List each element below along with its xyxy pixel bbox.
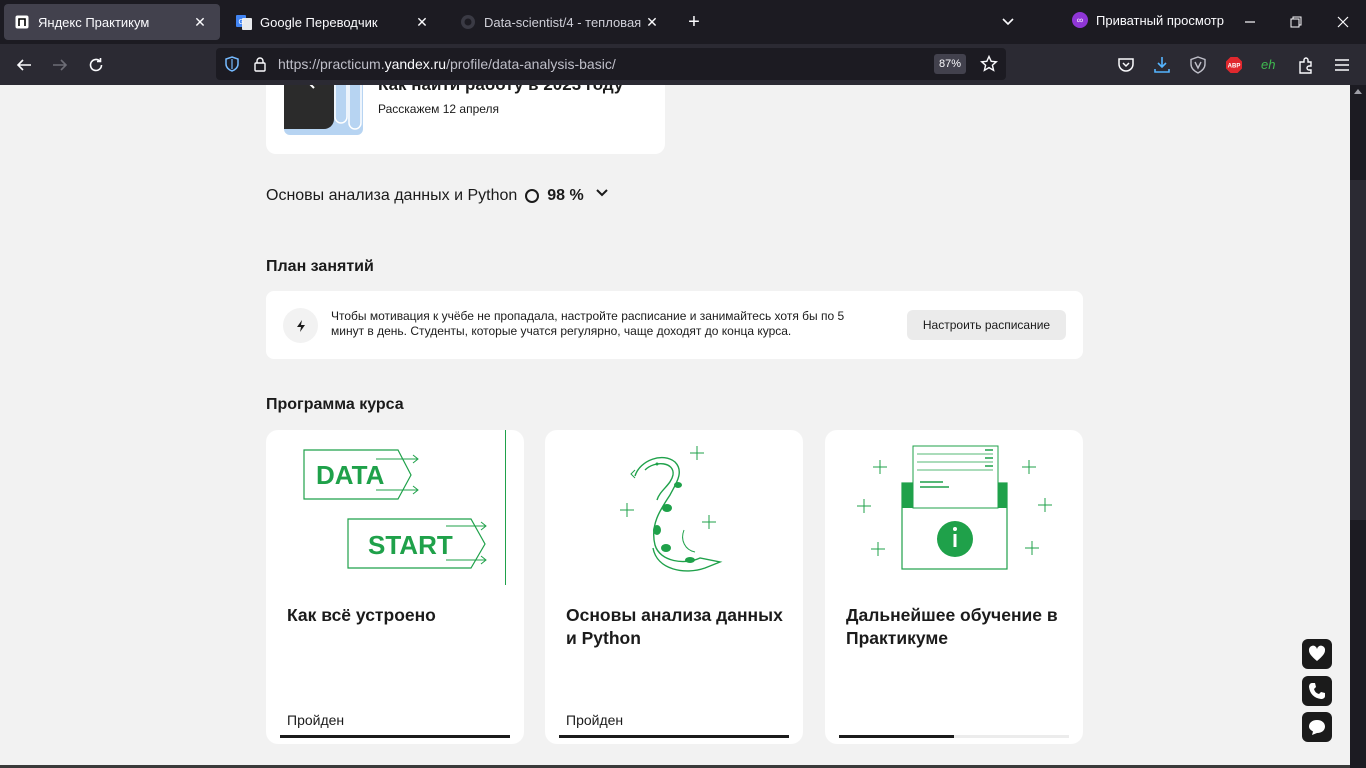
course-card-progress [280,735,510,738]
navigation-toolbar: https://practicum.yandex.ru/profile/data… [0,44,1366,85]
adblock-label: ABP [1228,64,1241,70]
schedule-banner: Чтобы мотивация к учёбе не пропадала, на… [266,291,1083,359]
scrollbar-thumb[interactable] [1350,180,1366,520]
tab-title: Data-scientist/4 - тепловая кар [484,14,642,30]
bookmark-star-icon[interactable] [980,54,998,78]
course-card-status: Пройден [287,712,345,728]
chat-bubble-icon [1309,720,1325,735]
course-card-title: Дальнейшее обучение в Практикуме [846,605,1058,648]
course-card-title: Как всё устроено [287,605,436,625]
plan-heading: План занятий [266,258,374,275]
favorites-heart-button[interactable] [1302,639,1332,669]
data-start-illustration: DATA START [303,430,506,585]
url-path: /profile/data-analysis-basic/ [446,56,616,72]
shield-extension-icon[interactable] [1187,54,1209,76]
back-icon[interactable] [13,54,35,76]
python-snake-illustration [620,446,723,572]
course-selector[interactable]: Основы анализа данных и Python 98 % [266,185,610,206]
tab-title: Яндекс Практикум [38,14,150,30]
progress-ring-icon [525,188,540,203]
close-tab-icon[interactable]: ✕ [412,12,432,32]
webinar-image [284,85,363,135]
lightning-icon [283,308,318,343]
list-all-tabs-icon[interactable] [998,12,1018,32]
close-tab-icon[interactable]: ✕ [642,12,662,32]
reload-icon[interactable] [85,54,107,76]
phone-icon [1309,683,1325,699]
chat-button[interactable] [1302,712,1332,742]
webinar-title: Как найти работу в 2023 году [378,85,623,95]
download-icon[interactable] [1151,54,1173,76]
private-label: Приватный просмотр [1096,12,1224,28]
tab-bar: Яндекс Практикум ✕ G Google Переводчик ✕… [0,0,1366,44]
menu-icon[interactable] [1331,54,1353,76]
pocket-icon[interactable] [1115,54,1137,76]
course-card-title: Основы анализа данных и Python [566,605,783,648]
webinar-card[interactable]: Как найти работу в 2023 году Расскажем 1… [266,85,665,154]
course-card-progress [839,735,1069,738]
illus-data-word: DATA [316,460,385,490]
magnifier-icon [309,85,315,89]
course-card-progress [559,735,789,738]
setup-schedule-button[interactable]: Настроить расписание [907,310,1066,340]
course-name: Основы анализа данных и Python [266,186,518,204]
program-heading: Программа курса [266,396,404,413]
forward-icon[interactable] [49,54,71,76]
tracking-protection-icon[interactable] [224,56,240,77]
page-scrollbar[interactable] [1350,85,1366,768]
private-browsing-indicator: ∞ Приватный просмотр [1072,12,1224,28]
tab-title: Google Переводчик [260,14,378,30]
course-card-data-analysis-python[interactable]: Основы анализа данных и Python Пройден [545,430,803,744]
scroll-up-icon[interactable] [1354,89,1362,94]
schedule-text: Чтобы мотивация к учёбе не пропадала, на… [331,309,845,338]
page-content: Как найти работу в 2023 году Расскажем 1… [0,85,1350,768]
url-prefix: https://practicum. [278,56,385,72]
tab-yandex-practicum[interactable]: Яндекс Практикум ✕ [4,4,220,40]
close-tab-icon[interactable]: ✕ [190,12,210,32]
private-mask-icon: ∞ [1072,12,1088,28]
heart-icon [1308,645,1326,661]
minimize-icon[interactable] [1240,12,1260,32]
illus-start-word: START [368,530,453,560]
course-card-further-learning[interactable]: Дальнейшее обучение в Практикуме [825,430,1083,744]
svg-text:G: G [239,19,244,26]
address-bar[interactable]: https://practicum.yandex.ru/profile/data… [216,48,1006,80]
tab-google-translate[interactable]: G Google Переводчик ✕ [226,4,442,40]
lock-icon[interactable] [252,56,268,77]
tab-github[interactable]: Data-scientist/4 - тепловая кар ✕ [450,4,672,40]
restore-icon[interactable] [1286,12,1306,32]
adblock-icon[interactable]: ABP [1223,54,1245,76]
url-domain: yandex.ru [384,56,447,72]
google-translate-favicon-icon: G [236,14,252,30]
extensions-icon[interactable] [1295,54,1317,76]
eh-icon[interactable]: eh [1259,54,1281,76]
practicum-favicon-icon [14,14,30,30]
course-card-how-it-works[interactable]: DATA START Как всё устроено Пройден [266,430,524,744]
eh-label: eh [1261,57,1275,72]
github-favicon-icon [460,14,476,30]
zoom-level-button[interactable]: 87% [934,54,967,74]
url-text[interactable]: https://practicum.yandex.ru/profile/data… [278,56,616,72]
call-button[interactable] [1302,676,1332,706]
webinar-subtitle: Расскажем 12 апреля [378,102,500,116]
chevron-down-icon[interactable] [594,185,610,206]
close-window-icon[interactable] [1333,12,1353,32]
new-tab-icon[interactable]: + [684,12,704,32]
course-progress: 98 % [547,186,584,204]
course-card-status: Пройден [566,712,624,728]
document-folder-illustration [857,445,1052,570]
